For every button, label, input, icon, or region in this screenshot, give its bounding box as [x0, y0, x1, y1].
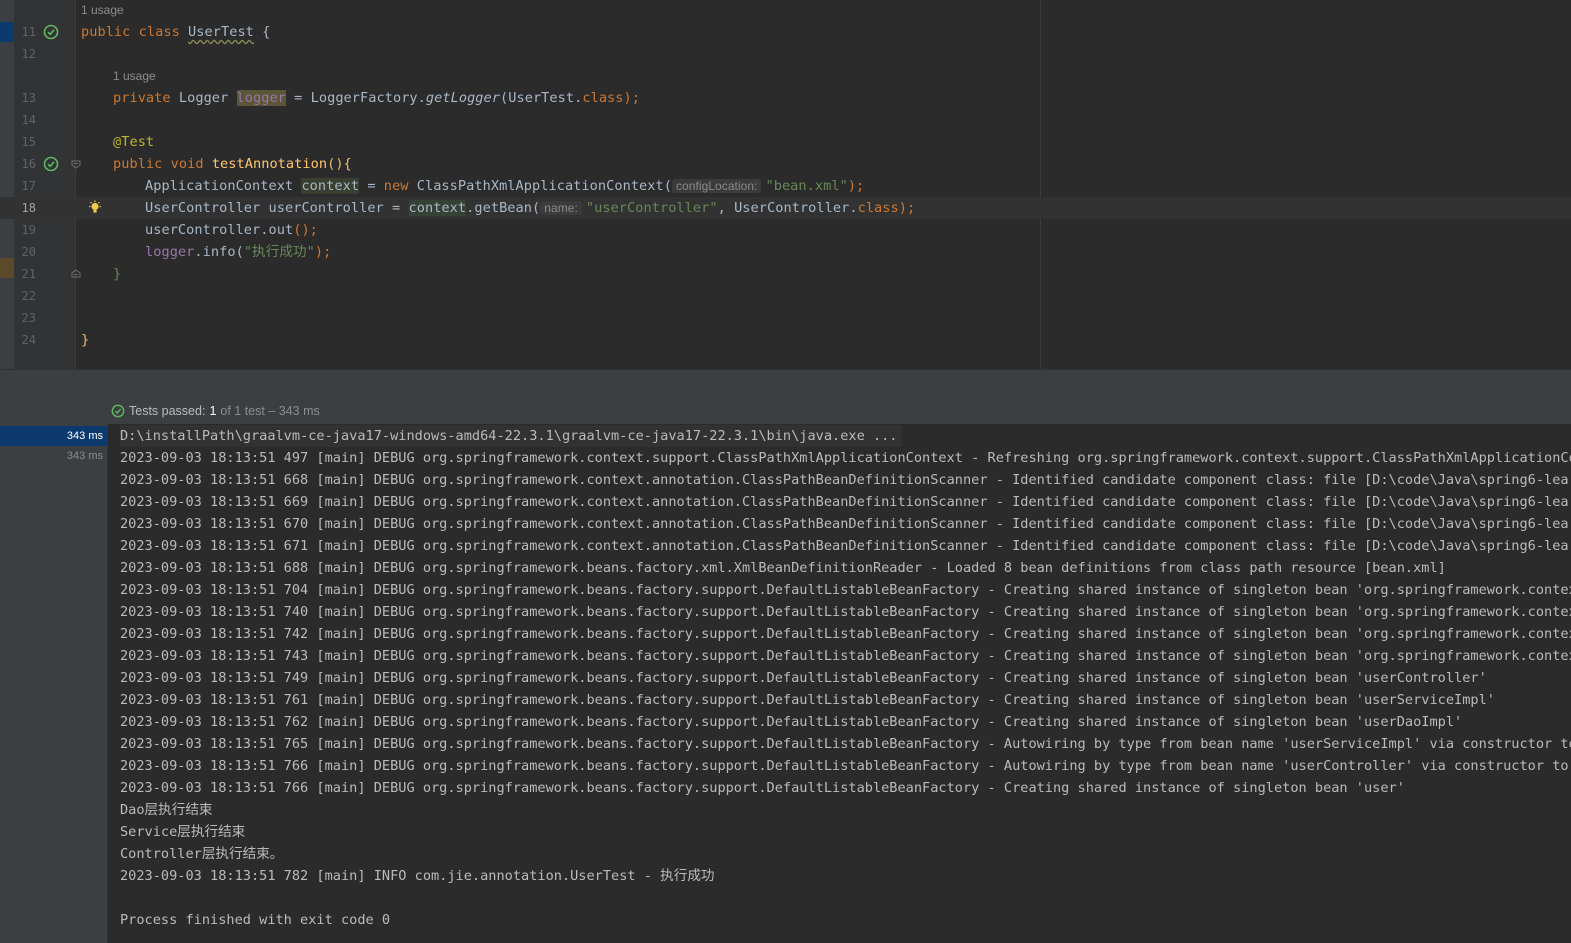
run-test-passed-icon[interactable]: [43, 156, 59, 172]
console-line: 2023-09-03 18:13:51 688 [main] DEBUG org…: [120, 560, 1446, 576]
line-number[interactable]: 23: [14, 307, 36, 329]
test-tree-row[interactable]: 343 ms: [0, 426, 107, 446]
console-line: 2023-09-03 18:13:51 740 [main] DEBUG org…: [120, 604, 1571, 620]
code-line-current[interactable]: 18 UserController userController = conte…: [0, 197, 1571, 219]
test-passed-check-icon: [111, 404, 125, 418]
tests-passed-detail: of 1 test – 343 ms: [220, 404, 320, 418]
usage-hint[interactable]: 1 usage: [113, 66, 156, 86]
code-line[interactable]: 22: [0, 285, 1571, 307]
console-line: 2023-09-03 18:13:51 670 [main] DEBUG org…: [120, 516, 1571, 532]
line-number[interactable]: 13: [14, 87, 36, 109]
console-line: 2023-09-03 18:13:51 782 [main] INFO com.…: [120, 868, 715, 884]
console-output[interactable]: D:\installPath\graalvm-ce-java17-windows…: [108, 424, 1571, 943]
code-line[interactable]: 14: [0, 109, 1571, 131]
code-editor[interactable]: 1 usage 1 usage 11 public class UserTest…: [0, 0, 1571, 369]
code-text: }: [81, 332, 90, 348]
console-line: 2023-09-03 18:13:51 765 [main] DEBUG org…: [120, 736, 1571, 752]
run-test-passed-icon[interactable]: [43, 24, 59, 40]
code-line[interactable]: 24 }: [0, 329, 1571, 351]
code-line[interactable]: 12: [0, 43, 1571, 65]
line-number[interactable]: 20: [14, 241, 36, 263]
tests-passed-count: 1: [209, 404, 217, 418]
code-line[interactable]: 23: [0, 307, 1571, 329]
code-text: ApplicationContext context = new ClassPa…: [145, 178, 865, 194]
test-tree-row[interactable]: 343 ms: [0, 446, 107, 466]
console-line: 2023-09-03 18:13:51 743 [main] DEBUG org…: [120, 648, 1571, 664]
annotation-text: @Test: [113, 134, 155, 150]
console-line: 2023-09-03 18:13:51 497 [main] DEBUG org…: [120, 450, 1571, 466]
line-number[interactable]: 16: [14, 153, 36, 175]
console-exit-line: Process finished with exit code 0: [120, 912, 391, 928]
code-text: public void testAnnotation(){: [113, 156, 352, 172]
usage-hint[interactable]: 1 usage: [81, 0, 124, 20]
code-text: public class UserTest {: [81, 24, 271, 40]
parameter-hint: name:: [540, 201, 582, 215]
code-text: logger.info("执行成功");: [145, 244, 332, 260]
test-tree[interactable]: 343 ms 343 ms: [0, 424, 108, 943]
console-line: Service层执行结束: [120, 824, 246, 840]
console-line: 2023-09-03 18:13:51 742 [main] DEBUG org…: [120, 626, 1571, 642]
line-number[interactable]: 15: [14, 131, 36, 153]
intention-bulb-icon[interactable]: [87, 200, 103, 216]
line-number[interactable]: 17: [14, 175, 36, 197]
code-text: userController.out();: [145, 222, 318, 238]
code-line[interactable]: 21 }: [0, 263, 1571, 285]
code-line[interactable]: 13 private Logger logger = LoggerFactory…: [0, 87, 1571, 109]
console-command-line[interactable]: D:\installPath\graalvm-ce-java17-windows…: [120, 425, 902, 447]
line-number[interactable]: 14: [14, 109, 36, 131]
panel-splitter[interactable]: [0, 369, 1571, 399]
tests-passed-status: Tests passed: 1 of 1 test – 343 ms: [111, 402, 320, 420]
code-line[interactable]: 16 public void testAnnotation(){: [0, 153, 1571, 175]
console-line: 2023-09-03 18:13:51 668 [main] DEBUG org…: [120, 472, 1571, 488]
code-text: private Logger logger = LoggerFactory.ge…: [113, 90, 640, 106]
code-line[interactable]: 20 logger.info("执行成功");: [0, 241, 1571, 263]
code-text: UserController userController = context.…: [145, 200, 916, 216]
code-line[interactable]: 11 public class UserTest {: [0, 21, 1571, 43]
code-line[interactable]: 19 userController.out();: [0, 219, 1571, 241]
console-line: Controller层执行结束。: [120, 846, 284, 862]
parameter-hint: configLocation:: [672, 179, 762, 193]
line-number[interactable]: 18: [14, 197, 36, 219]
line-number[interactable]: 12: [14, 43, 36, 65]
console-line: 2023-09-03 18:13:51 766 [main] DEBUG org…: [120, 758, 1571, 774]
fold-end-icon[interactable]: [68, 266, 84, 282]
code-line[interactable]: 15 @Test: [0, 131, 1571, 153]
line-number[interactable]: 19: [14, 219, 36, 241]
line-number[interactable]: 21: [14, 263, 36, 285]
line-number[interactable]: 11: [14, 21, 36, 43]
console-line: 2023-09-03 18:13:51 669 [main] DEBUG org…: [120, 494, 1571, 510]
test-results-toolbar: Tests passed: 1 of 1 test – 343 ms: [0, 398, 1571, 424]
console-line: 2023-09-03 18:13:51 704 [main] DEBUG org…: [120, 582, 1571, 598]
console-line: 2023-09-03 18:13:51 749 [main] DEBUG org…: [120, 670, 1487, 686]
line-number[interactable]: 24: [14, 329, 36, 351]
fold-icon[interactable]: [68, 156, 84, 172]
code-text: }: [113, 266, 122, 282]
console-line: 2023-09-03 18:13:51 766 [main] DEBUG org…: [120, 780, 1405, 796]
console-line: 2023-09-03 18:13:51 761 [main] DEBUG org…: [120, 692, 1495, 708]
console-line: 2023-09-03 18:13:51 671 [main] DEBUG org…: [120, 538, 1571, 554]
code-line[interactable]: 17 ApplicationContext context = new Clas…: [0, 175, 1571, 197]
console-line: Dao层执行结束: [120, 802, 213, 818]
tests-passed-label: Tests passed:: [129, 404, 206, 418]
line-number[interactable]: 22: [14, 285, 36, 307]
console-line: 2023-09-03 18:13:51 762 [main] DEBUG org…: [120, 714, 1463, 730]
